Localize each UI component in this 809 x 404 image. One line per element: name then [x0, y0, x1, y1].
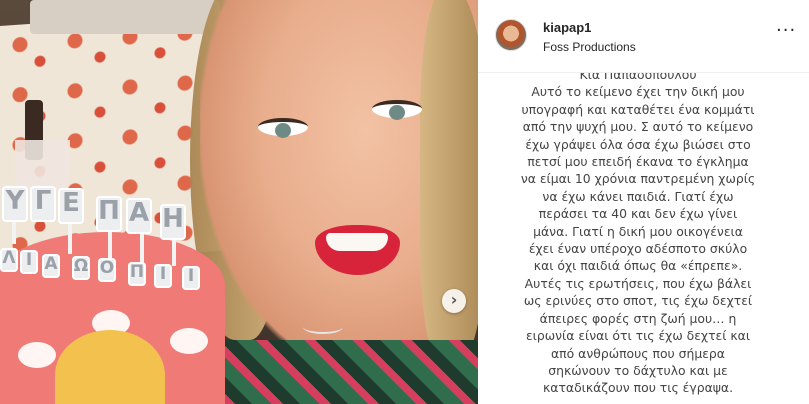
cake-letter: Α: [42, 254, 60, 278]
caption-line: να είμαι 10 χρόνια παντρεμένη χωρίς: [520, 171, 756, 187]
caption-line: Αυτό το κείμενο έχει την δική μου: [531, 84, 745, 100]
cake-letter: Ε: [58, 188, 84, 224]
cake-letter: Ι: [154, 264, 172, 288]
caption-line: Αυτές τις ερωτήσεις, που έχω βάλει: [524, 275, 752, 291]
cake-letter: Η: [160, 204, 186, 240]
post-caption: Κια Παπαδοπούλου Αυτό το κείμενο έχει τη…: [488, 66, 788, 397]
caption-line: καταδικάζουν που τις έγραψα.: [542, 380, 734, 396]
candle-stick: [140, 234, 144, 262]
cake-decoration: [170, 328, 208, 354]
caption-line: περάσει τα 40 και δεν έχω γίνει: [538, 206, 738, 222]
post-photo[interactable]: Υ Γ Ε Π Α Η Λ Ι Α Ω Ο Π Ι Ι ›: [0, 0, 478, 404]
cake-letter: Ι: [182, 266, 200, 290]
cake-decoration: [18, 342, 56, 368]
caption-line: και όχι παιδιά όπως θα «έπρεπε».: [533, 258, 743, 274]
post-side-panel: kiapap1 Foss Productions ··· Κια Παπαδοπ…: [478, 0, 809, 404]
post-header: kiapap1 Foss Productions ···: [478, 0, 809, 73]
chevron-right-icon: ›: [450, 290, 458, 309]
cake-letter: Λ: [0, 248, 18, 272]
candle-stick: [68, 224, 72, 254]
candle-stick: [108, 232, 112, 258]
cake-letter: Ω: [72, 256, 90, 280]
caption-line: έχει έναν υπέροχο αδέσποτο σκύλο: [528, 241, 748, 257]
caption-scroll-area[interactable]: Κια Παπαδοπούλου Αυτό το κείμενο έχει τη…: [478, 66, 809, 404]
caption-line: έχω γράψει όλα όσα έχω βιώσει στο: [525, 136, 751, 152]
caption-line: από την ψυχή μου. Σ αυτό το κείμενο: [522, 119, 754, 135]
cake-letter: Π: [128, 262, 146, 286]
caption-line: ως ερινύες στο σποτ, τις έχω δεχτεί: [523, 293, 753, 309]
caption-line: υπογραφή και καταθέτει ένα κομμάτι: [521, 101, 755, 117]
hair-right: [420, 0, 478, 370]
caption-line: από ανθρώπους που σήμερα: [551, 345, 725, 361]
dress: [210, 340, 478, 404]
candle-stick: [12, 222, 16, 244]
cake-letter: Ι: [20, 250, 38, 274]
cake-letter: Α: [126, 198, 152, 234]
right-eye: [372, 100, 422, 120]
cake-letter: Γ: [30, 186, 56, 222]
teeth: [326, 233, 388, 251]
caption-line: σηκώνουν το δάχτυλο και με: [548, 362, 728, 378]
profile-avatar[interactable]: [495, 19, 527, 51]
caption-line: να έχω κάνει παιδιά. Γιατί έχω: [542, 188, 734, 204]
candle-stick: [172, 240, 176, 266]
caption-line: πετσί μου επειδή έκανα το έγκλημα: [527, 154, 749, 170]
necklace: [303, 320, 343, 334]
caption-line: μάνα. Γιατί η δική μου οικογένεια: [533, 223, 743, 239]
left-eye: [258, 118, 308, 138]
cake-letter: Ο: [98, 258, 116, 282]
caption-line: άπειρες φορές στη ζωή μου… η: [539, 310, 737, 326]
background-frame: [30, 0, 220, 34]
author-subtitle[interactable]: Foss Productions: [543, 40, 636, 54]
glass: [15, 140, 70, 190]
author-username[interactable]: kiapap1: [543, 20, 591, 35]
cake-letter: Π: [96, 196, 122, 232]
cake-letter: Υ: [2, 186, 28, 222]
caption-line: ειρωνία είναι ότι τις έχω δεχτεί και: [525, 328, 751, 344]
ellipsis-icon[interactable]: ···: [776, 20, 796, 41]
caption-lines: Αυτό το κείμενο έχει την δική μου υπογραφ…: [488, 83, 788, 396]
next-slide-button[interactable]: ›: [442, 289, 466, 313]
